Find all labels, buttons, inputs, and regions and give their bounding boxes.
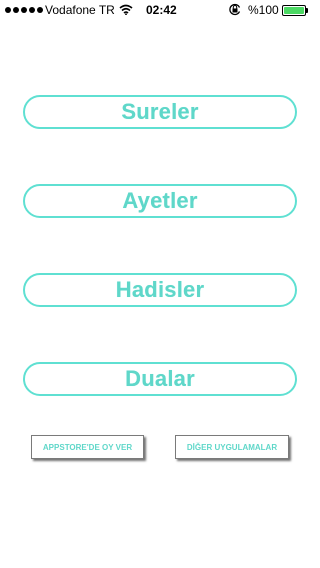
orientation-lock-icon — [228, 3, 242, 19]
battery-icon — [282, 5, 306, 16]
clock-time: 02:42 — [146, 3, 177, 17]
rate-on-appstore-button[interactable]: APPSTORE'DE OY VER — [31, 435, 144, 459]
other-apps-button[interactable]: DİĞER UYGULAMALAR — [175, 435, 289, 459]
sureler-button[interactable]: Sureler — [23, 95, 297, 129]
battery-tip — [306, 8, 308, 13]
dualar-button[interactable]: Dualar — [23, 362, 297, 396]
signal-dots-icon — [5, 7, 43, 13]
hadisler-button[interactable]: Hadisler — [23, 273, 297, 307]
status-bar: Vodafone TR 02:42 %100 — [0, 0, 320, 20]
carrier-name: Vodafone TR — [45, 3, 115, 17]
battery-percentage: %100 — [248, 3, 279, 17]
ayetler-button[interactable]: Ayetler — [23, 184, 297, 218]
wifi-icon — [119, 4, 133, 18]
